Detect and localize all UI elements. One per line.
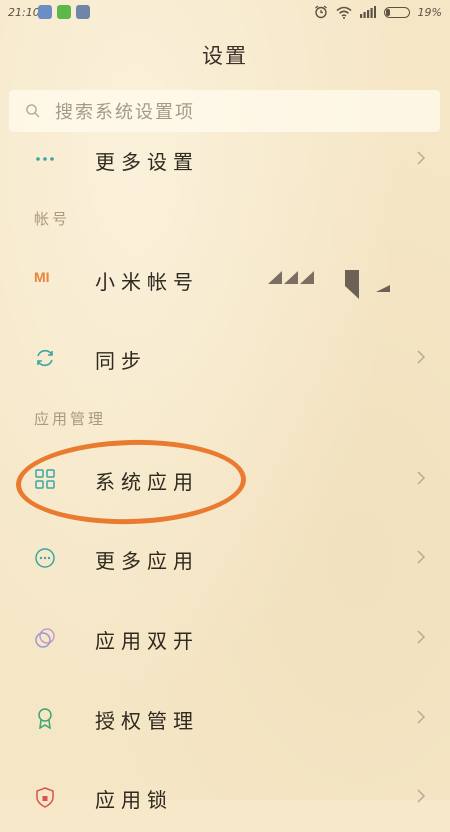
signal-icon: [359, 6, 376, 18]
wifi-icon: [336, 6, 352, 19]
alarm-icon: [314, 5, 327, 19]
more-settings-item[interactable]: 更多设置: [0, 124, 450, 194]
chevron-right-icon: [417, 630, 426, 644]
status-bar: 21:10 19%: [0, 0, 450, 26]
award-badge-icon: [38, 708, 52, 729]
dual-apps-icon: [35, 628, 55, 648]
more-circle-icon: [35, 548, 55, 568]
more-settings-label: 更多设置: [95, 150, 199, 174]
dual-apps-item[interactable]: 应用双开: [0, 603, 450, 673]
chevron-right-icon: [417, 710, 426, 724]
app-lock-item[interactable]: 应用锁: [0, 762, 450, 832]
section-header-account: 帐号: [34, 210, 71, 228]
mi-logo-icon: MI: [34, 269, 50, 285]
chevron-right-icon: [417, 789, 426, 803]
chevron-right-icon: [417, 151, 426, 165]
sync-icon: [37, 349, 53, 367]
chevron-right-icon: [417, 550, 426, 564]
search-placeholder: 搜索系统设置项: [55, 102, 195, 123]
more-apps-item[interactable]: 更多应用: [0, 523, 450, 593]
battery-percent: 19%: [417, 5, 442, 19]
search-icon: [26, 104, 40, 118]
permission-management-label: 授权管理: [95, 709, 199, 733]
xiaomi-account-label: 小米帐号: [95, 270, 199, 294]
redacted-account-blocks: [268, 270, 390, 299]
green-app-icon: [57, 5, 71, 19]
page-title: 设置: [202, 44, 248, 68]
dual-apps-label: 应用双开: [95, 629, 199, 653]
section-header-app-management: 应用管理: [34, 410, 107, 428]
more-dots-icon: [36, 157, 54, 161]
calculator-app-icon: [76, 5, 90, 19]
battery-icon: [383, 6, 410, 18]
app-lock-label: 应用锁: [95, 788, 173, 812]
shield-app-icon: [38, 5, 52, 19]
chevron-right-icon: [417, 471, 426, 485]
sync-label: 同步: [95, 349, 147, 373]
permission-management-item[interactable]: 授权管理: [0, 683, 450, 753]
chevron-right-icon: [417, 350, 426, 364]
sync-item[interactable]: 同步: [0, 323, 450, 393]
more-apps-label: 更多应用: [95, 549, 199, 573]
status-time: 21:10: [8, 6, 40, 19]
shield-lock-icon: [36, 787, 54, 808]
